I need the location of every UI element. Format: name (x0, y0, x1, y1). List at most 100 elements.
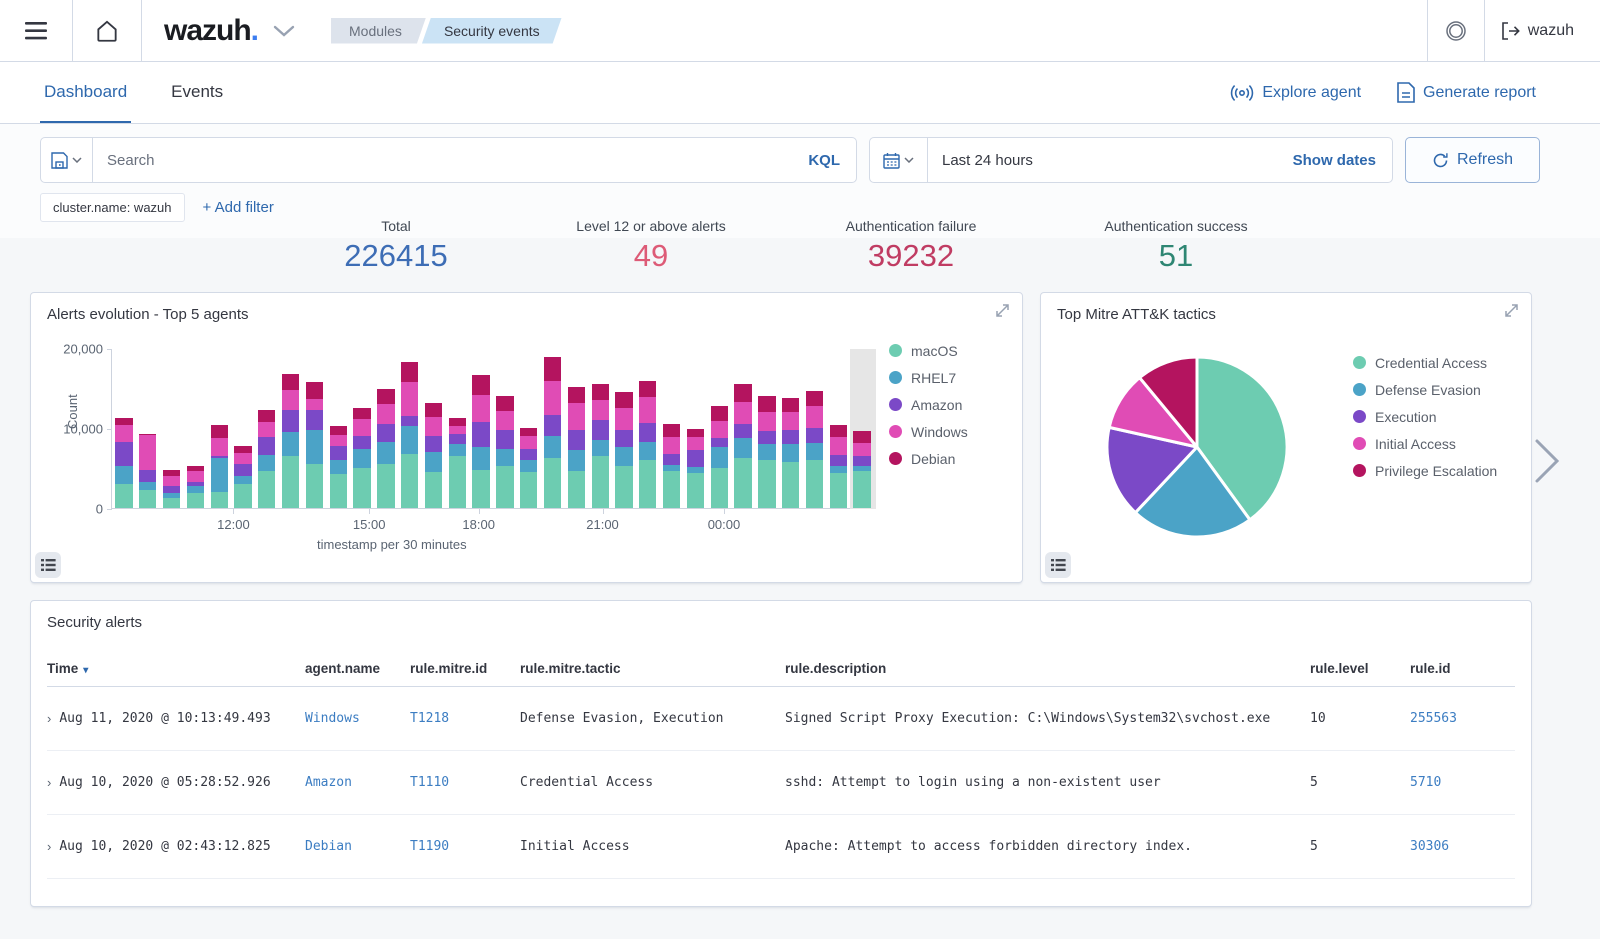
bar-segment-macos[interactable] (353, 468, 370, 508)
bar-segment-rhel7[interactable] (401, 426, 418, 453)
bar-segment-macos[interactable] (330, 474, 347, 508)
bar-segment-amazon[interactable] (520, 449, 537, 460)
bar-segment-windows[interactable] (211, 438, 228, 456)
bar-segment-macos[interactable] (258, 471, 275, 508)
bar-segment-macos[interactable] (806, 460, 823, 508)
id-link[interactable]: 30306 (1410, 839, 1449, 854)
bar-segment-rhel7[interactable] (520, 460, 537, 472)
bar-segment-rhel7[interactable] (615, 447, 632, 466)
bar-segment-amazon[interactable] (330, 446, 347, 460)
bar-segment-debian[interactable] (377, 389, 394, 404)
bar-segment-rhel7[interactable] (758, 444, 775, 460)
bar-segment-debian[interactable] (615, 392, 632, 408)
bar-segment-amazon[interactable] (758, 431, 775, 444)
bar-segment-debian[interactable] (592, 384, 609, 400)
bar[interactable] (687, 429, 704, 508)
bar-segment-debian[interactable] (758, 396, 775, 412)
bar-segment-windows[interactable] (449, 426, 466, 435)
bar-segment-windows[interactable] (782, 412, 799, 430)
search-input[interactable] (93, 152, 792, 169)
bar-segment-windows[interactable] (568, 403, 585, 430)
bar-segment-rhel7[interactable] (211, 458, 228, 492)
mitre_id-link[interactable]: T1110 (410, 775, 449, 790)
bar-segment-windows[interactable] (377, 404, 394, 424)
bar[interactable] (544, 357, 561, 508)
menu-icon[interactable] (0, 0, 72, 62)
bar-segment-debian[interactable] (306, 382, 323, 400)
bar-segment-amazon[interactable] (401, 416, 418, 426)
bar-segment-rhel7[interactable] (187, 486, 204, 493)
bar[interactable] (330, 426, 347, 508)
bar[interactable] (401, 362, 418, 508)
bar-segment-macos[interactable] (782, 462, 799, 508)
wazuh-logo[interactable]: wazuh. (142, 14, 309, 48)
mitre_id-link[interactable]: T1190 (410, 839, 449, 854)
column-header-time[interactable]: Time▾ (47, 661, 305, 676)
bar-segment-rhel7[interactable] (377, 442, 394, 464)
bar-segment-macos[interactable] (306, 464, 323, 508)
bar-segment-windows[interactable] (853, 443, 870, 456)
bar-segment-macos[interactable] (496, 466, 513, 508)
bar-segment-amazon[interactable] (639, 423, 656, 442)
explore-agent-button[interactable]: Explore agent (1230, 83, 1361, 103)
bar-segment-macos[interactable] (758, 460, 775, 508)
bar-segment-rhel7[interactable] (258, 455, 275, 471)
bar-segment-debian[interactable] (830, 425, 847, 437)
bar[interactable] (258, 410, 275, 508)
bar-segment-macos[interactable] (615, 466, 632, 508)
bar[interactable] (496, 396, 513, 508)
bar-segment-windows[interactable] (806, 406, 823, 428)
legend-item-credential-access[interactable]: Credential Access (1353, 349, 1497, 376)
bar-segment-amazon[interactable] (592, 420, 609, 440)
bar-segment-macos[interactable] (663, 471, 680, 508)
bar-segment-rhel7[interactable] (353, 449, 370, 468)
bar-segment-windows[interactable] (472, 395, 489, 421)
bar-segment-debian[interactable] (496, 396, 513, 411)
add-filter-button[interactable]: + Add filter (203, 199, 274, 216)
bar-segment-amazon[interactable] (353, 436, 370, 449)
bar-segment-macos[interactable] (282, 456, 299, 508)
bar[interactable] (663, 424, 680, 508)
bar-segment-rhel7[interactable] (282, 432, 299, 456)
stat-value[interactable]: 39232 (846, 238, 977, 274)
legend-item-debian[interactable]: Debian (889, 445, 968, 472)
bar-segment-rhel7[interactable] (139, 482, 156, 490)
notifications-ring-icon[interactable] (1428, 0, 1484, 62)
bar-segment-windows[interactable] (139, 435, 156, 470)
legend-item-macos[interactable]: macOS (889, 337, 968, 364)
bar-segment-windows[interactable] (187, 471, 204, 481)
agent-link[interactable]: Amazon (305, 775, 352, 790)
bar-segment-amazon[interactable] (734, 424, 751, 438)
bar[interactable] (139, 434, 156, 508)
next-panel-chevron-icon[interactable] (1534, 438, 1560, 484)
bar-segment-amazon[interactable] (163, 486, 180, 493)
bar-segment-macos[interactable] (734, 458, 751, 508)
bar-segment-amazon[interactable] (853, 456, 870, 466)
bar-segment-amazon[interactable] (496, 430, 513, 448)
bar-segment-debian[interactable] (472, 375, 489, 395)
bar-segment-windows[interactable] (306, 399, 323, 410)
bar[interactable] (234, 446, 251, 508)
legend-item-privilege-escalation[interactable]: Privilege Escalation (1353, 457, 1497, 484)
bar[interactable] (758, 396, 775, 508)
bar[interactable] (711, 406, 728, 508)
bar-segment-debian[interactable] (734, 384, 751, 402)
bar[interactable] (377, 389, 394, 508)
bar-segment-windows[interactable] (734, 402, 751, 424)
bar-segment-debian[interactable] (853, 431, 870, 443)
bar-segment-amazon[interactable] (687, 450, 704, 467)
refresh-button[interactable]: Refresh (1405, 137, 1540, 183)
bar-segment-macos[interactable] (234, 484, 251, 508)
bar-segment-macos[interactable] (449, 456, 466, 508)
bar-segment-windows[interactable] (425, 417, 442, 436)
save-query-button[interactable] (41, 138, 93, 182)
bar-segment-amazon[interactable] (377, 424, 394, 442)
bar-segment-debian[interactable] (544, 357, 561, 381)
legend-item-rhel7[interactable]: RHEL7 (889, 364, 968, 391)
bar-segment-rhel7[interactable] (115, 466, 132, 484)
bar-segment-windows[interactable] (234, 453, 251, 464)
bar-segment-macos[interactable] (163, 498, 180, 508)
bar-segment-amazon[interactable] (306, 410, 323, 429)
bar[interactable] (639, 381, 656, 508)
bar[interactable] (282, 374, 299, 508)
